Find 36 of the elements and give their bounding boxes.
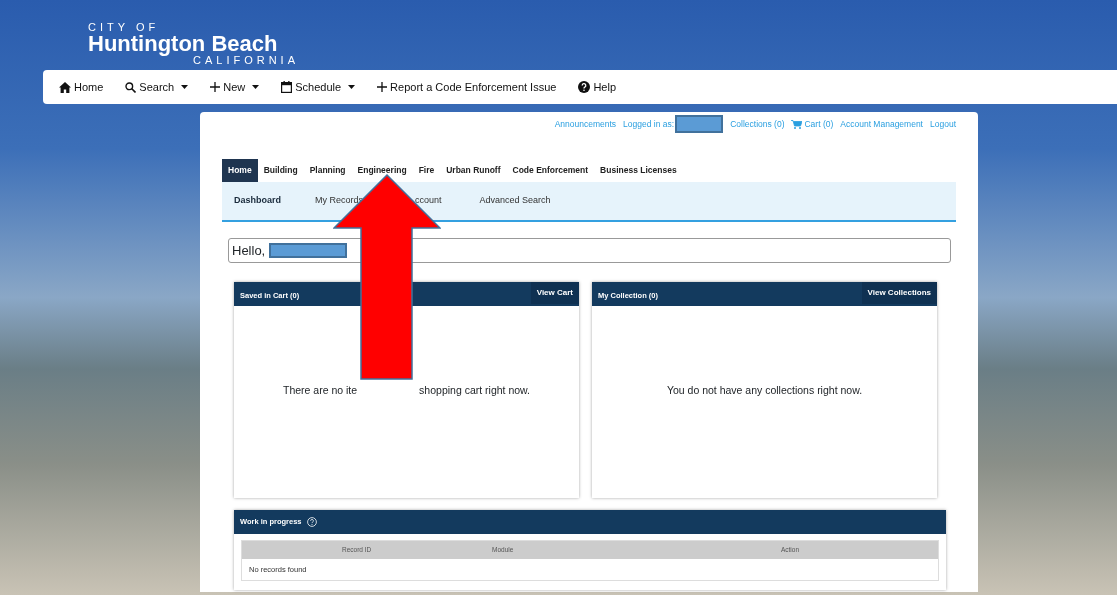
module-tab[interactable]: Business Licenses: [594, 159, 683, 182]
module-tab[interactable]: Home: [222, 159, 258, 182]
module-tab[interactable]: Urban Runoff: [440, 159, 507, 182]
calendar-icon: [281, 81, 293, 93]
module-tab[interactable]: Planning: [303, 159, 352, 182]
sub-tab[interactable]: ccount: [415, 194, 442, 208]
logged-in-label: Logged in as:: [623, 117, 675, 131]
nav-item[interactable]: Report a Code Enforcement Issue: [373, 76, 561, 98]
logo-title: Huntington Beach: [88, 33, 278, 55]
empty-message: shopping cart right now.: [419, 383, 530, 399]
view-button[interactable]: View Collections: [861, 282, 937, 304]
cart-icon: [791, 119, 803, 129]
nav-item[interactable]: Search: [121, 76, 193, 98]
greeting-text: Hello,: [232, 241, 266, 260]
empty-message: You do not have any collections right now.: [666, 383, 863, 399]
nav-item[interactable]: Home: [55, 76, 108, 98]
module-tab[interactable]: Code Enforcement: [506, 159, 595, 182]
sub-tab[interactable]: Advanced Search: [479, 194, 551, 208]
plus-icon: [377, 82, 388, 92]
module-tab[interactable]: Engineering: [351, 159, 413, 182]
logo-text: CALIFORNIA: [193, 55, 299, 66]
view-button[interactable]: View Cart: [530, 282, 579, 304]
redaction-block: [675, 115, 724, 133]
empty-message: There are no ite: [282, 383, 358, 399]
nav-item[interactable]: Help: [574, 76, 621, 98]
sub-tab[interactable]: Dashboard: [234, 194, 281, 208]
help-icon: [306, 517, 317, 527]
module-tab[interactable]: Building: [257, 159, 304, 182]
nav-item[interactable]: Schedule: [277, 76, 360, 98]
nav-item[interactable]: New: [206, 76, 264, 98]
search-icon: [125, 81, 137, 93]
help-icon: [578, 81, 591, 93]
logo-text: CITY OF: [88, 22, 160, 33]
plus-icon: [210, 82, 221, 92]
home-icon: [59, 81, 71, 93]
module-tab[interactable]: Fire: [412, 159, 441, 182]
